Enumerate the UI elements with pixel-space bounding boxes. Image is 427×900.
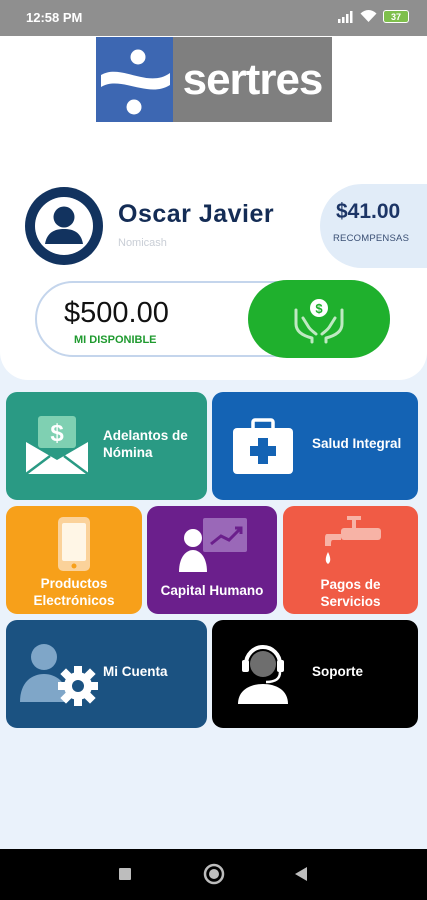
smartphone-icon xyxy=(58,517,90,571)
tile-capital-humano[interactable]: Capital Humano xyxy=(147,506,277,614)
tile-salud-integral[interactable]: Salud Integral xyxy=(212,392,418,500)
user-subtitle: Nomicash xyxy=(118,237,167,249)
tile-soporte-label: Soporte xyxy=(312,664,364,679)
tile-productos-electronicos[interactable]: Productos Electrónicos xyxy=(6,506,142,614)
recents-icon[interactable] xyxy=(118,867,132,881)
user-avatar-icon[interactable] xyxy=(25,187,103,265)
tile-mi-cuenta[interactable]: Mi Cuenta xyxy=(6,620,207,728)
navigation-bar xyxy=(0,849,427,900)
status-bar: 12:58 PM 37 xyxy=(0,0,427,36)
tile-pagos-line2: Servicios xyxy=(320,594,381,609)
logo-wordmark: sertres xyxy=(173,37,332,122)
tile-pagos-servicios[interactable]: Pagos de Servicios xyxy=(283,506,418,614)
headset-agent-icon xyxy=(238,645,288,704)
withdraw-button[interactable]: $ xyxy=(248,280,390,358)
status-time: 12:58 PM xyxy=(26,10,83,25)
money-envelope-icon: $ xyxy=(25,416,89,475)
tile-adelantos-line2: Nómina xyxy=(103,445,153,460)
tile-productos-line1: Productos xyxy=(40,576,108,591)
sertres-mark-icon xyxy=(96,37,173,122)
status-icons: 37 xyxy=(338,10,409,23)
presenter-chart-icon xyxy=(179,518,247,572)
back-icon[interactable] xyxy=(294,866,308,882)
balance-amount: $500.00 xyxy=(64,297,169,329)
tile-salud-label: Salud Integral xyxy=(312,436,402,451)
tile-capital-label: Capital Humano xyxy=(160,583,264,598)
tile-cuenta-label: Mi Cuenta xyxy=(103,664,168,679)
first-aid-kit-icon xyxy=(233,418,293,474)
user-name: Oscar Javier xyxy=(118,200,275,228)
rewards-label: RECOMPENSAS xyxy=(333,233,410,244)
battery-icon: 37 xyxy=(383,10,409,23)
tile-soporte[interactable]: Soporte xyxy=(212,620,418,728)
tile-adelantos-line1: Adelantos de xyxy=(103,428,188,443)
signal-icon xyxy=(338,10,353,23)
tile-productos-line2: Electrónicos xyxy=(33,593,115,608)
home-icon[interactable] xyxy=(203,863,225,885)
faucet-icon xyxy=(325,516,381,564)
svg-text:$: $ xyxy=(315,301,323,316)
tile-adelantos-nomina[interactable]: $ Adelantos de Nómina xyxy=(6,392,207,500)
svg-text:$: $ xyxy=(50,420,64,447)
tile-pagos-line1: Pagos de xyxy=(320,577,381,592)
rewards-badge[interactable]: $41.00 RECOMPENSAS xyxy=(320,184,427,268)
user-settings-icon xyxy=(20,644,98,706)
balance-label: MI DISPONIBLE xyxy=(74,334,157,346)
sertres-logo: sertres xyxy=(96,37,332,122)
rewards-amount: $41.00 xyxy=(336,200,401,223)
hands-money-icon: $ xyxy=(294,299,344,344)
wifi-icon xyxy=(360,10,377,22)
